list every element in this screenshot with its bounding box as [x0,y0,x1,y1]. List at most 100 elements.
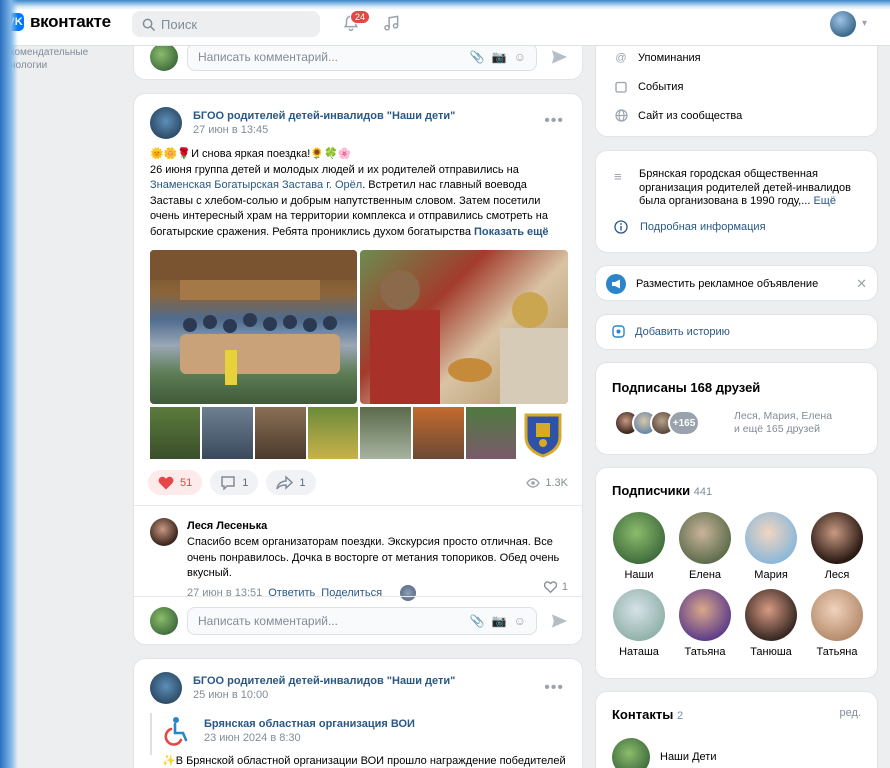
post-date[interactable]: 27 июн в 13:45 [193,124,455,136]
text-lines-icon: ≡ [614,169,622,184]
info-icon [614,220,628,234]
avatar [811,589,863,641]
contacts-count: 2 [676,710,684,722]
ad-label: Разместить рекламное объявление [636,278,819,290]
photo-thumb[interactable] [466,407,516,459]
comment-author[interactable]: Леся Лесенька [187,520,562,532]
contacts-card: Контакты 2 ред. Наши Дети [595,691,878,768]
group-photo-icon [150,250,357,385]
menu-item-label: События [638,80,684,93]
subscribers-heading[interactable]: Подписчики 441 [612,483,712,498]
globe-icon [614,109,628,122]
repost-date[interactable]: 23 июн 2024 в 8:30 [204,732,415,744]
post-text-a: 26 июня группа детей и молодых людей и и… [150,163,519,176]
details-link[interactable]: Подробная информация [614,220,766,234]
photo-thumb[interactable] [360,407,411,459]
menu-item-mentions[interactable]: @ Упоминания [614,43,864,72]
subscriber-item[interactable]: Леся [804,512,870,581]
comment-like-button[interactable]: 1 [543,581,568,593]
subscriber-item[interactable]: Мария [738,512,804,581]
post-card: БГОО родителей детей-инвалидов "Наши дет… [133,93,583,645]
group-name-link[interactable]: БГОО родителей детей-инвалидов "Наши дет… [193,675,455,687]
search-placeholder: Поиск [161,16,198,32]
repost-source-link[interactable]: Брянская областная организация ВОИ [204,718,415,730]
user-avatar[interactable] [830,11,856,37]
more-options-icon[interactable]: ••• [544,679,564,697]
wheelchair-icon[interactable] [162,715,194,747]
menu-item-label: Сайт из сообщества [638,109,743,122]
ad-button[interactable]: Разместить рекламное объявление [606,274,818,294]
photo-group-large[interactable] [150,250,357,404]
share-button[interactable]: 1 [266,470,316,495]
friends-names: Леся, Мария, Елена и ещё 165 друзей [734,410,832,436]
repost-text: ✨В Брянской областной организации ВОИ пр… [162,755,566,767]
friends-avatars[interactable]: +165 [614,410,700,436]
about-more-link[interactable]: Ещё [813,195,836,207]
comment-count: 1 [242,476,249,489]
photo-thumb[interactable] [413,407,464,459]
subscriber-item[interactable]: Татьяна [804,589,870,658]
menu-item-technologies[interactable]: нологии [10,59,120,72]
share-count: 1 [299,476,306,489]
coat-of-arms-thumb[interactable] [518,407,568,459]
subscriber-item[interactable]: Татьяна [672,589,738,658]
chevron-down-icon[interactable]: ▾ [862,18,867,29]
subscriber-name: Леся [824,569,850,581]
subscriber-item[interactable]: Елена [672,512,738,581]
photo-thumb[interactable] [202,407,253,459]
logo-text: вконтакте [30,12,111,31]
add-story-button[interactable]: Добавить историю [612,325,730,338]
story-icon [612,325,625,338]
show-more-link[interactable]: Показать ещё [474,226,549,238]
menu-item-recommendations[interactable]: комендательные [10,46,120,59]
attach-icon[interactable]: 📎 [470,614,485,628]
send-icon[interactable] [551,613,568,629]
comment-button[interactable]: 1 [210,470,259,495]
avatar [150,607,178,635]
avatar [613,589,665,641]
photo-thumb[interactable] [255,407,306,459]
menu-item-site[interactable]: Сайт из сообщества [614,101,864,130]
subscriber-item[interactable]: Наташа [606,589,672,658]
contacts-heading[interactable]: Контакты 2 [612,707,683,722]
close-icon[interactable]: ✕ [856,276,867,292]
friends-heading[interactable]: Подписаны 168 друзей [612,380,760,395]
about-card: ≡ Брянская городская общественная органи… [595,150,878,253]
post-date[interactable]: 25 июн в 10:00 [193,689,455,701]
about-text: Брянская городская общественная организа… [639,168,861,209]
logo[interactable]: VK вконтакте [6,12,111,32]
group-avatar[interactable] [150,672,182,704]
avatar [811,512,863,564]
group-name-link[interactable]: БГОО родителей детей-инвалидов "Наши дет… [193,110,455,122]
like-button[interactable]: 51 [148,470,203,495]
emoji-icon[interactable]: ☺ [514,50,526,64]
comment-input[interactable]: Написать комментарий... 📎 📷 ☺ [187,607,537,635]
subscribers-grid: Наши Елена Мария Леся Наташа Татьяна Тан… [606,512,870,658]
left-menu: комендательные нологии [10,46,120,72]
music-icon[interactable] [383,14,400,32]
subscriber-name: Елена [688,569,722,581]
subscriber-item[interactable]: Наши [606,512,672,581]
camera-icon[interactable]: 📷 [492,50,507,64]
share-icon [276,475,294,490]
location-link[interactable]: Знаменская Богатырская Застава г. Орёл [150,179,362,191]
subscriber-item[interactable]: Танюша [738,589,804,658]
subscriber-name: Наши [624,569,654,581]
camera-icon[interactable]: 📷 [492,614,507,628]
group-avatar[interactable] [150,107,182,139]
photo-bread-salt[interactable] [360,250,568,404]
comment-placeholder: Написать комментарий... [198,50,339,64]
edit-contacts-link[interactable]: ред. [840,707,861,719]
avatar[interactable] [150,518,178,546]
attach-icon[interactable]: 📎 [470,50,485,64]
photo-thumb[interactable] [308,407,358,459]
more-options-icon[interactable]: ••• [544,112,564,130]
comment-input[interactable]: Написать комментарий... 📎 📷 ☺ [187,43,537,71]
search-input[interactable]: Поиск [132,11,320,37]
avatar [679,512,731,564]
photo-thumb[interactable] [150,407,200,459]
send-icon[interactable] [551,49,568,65]
menu-item-events[interactable]: События [614,72,864,101]
contact-item[interactable]: Наши Дети [612,738,716,768]
emoji-icon[interactable]: ☺ [514,614,526,628]
